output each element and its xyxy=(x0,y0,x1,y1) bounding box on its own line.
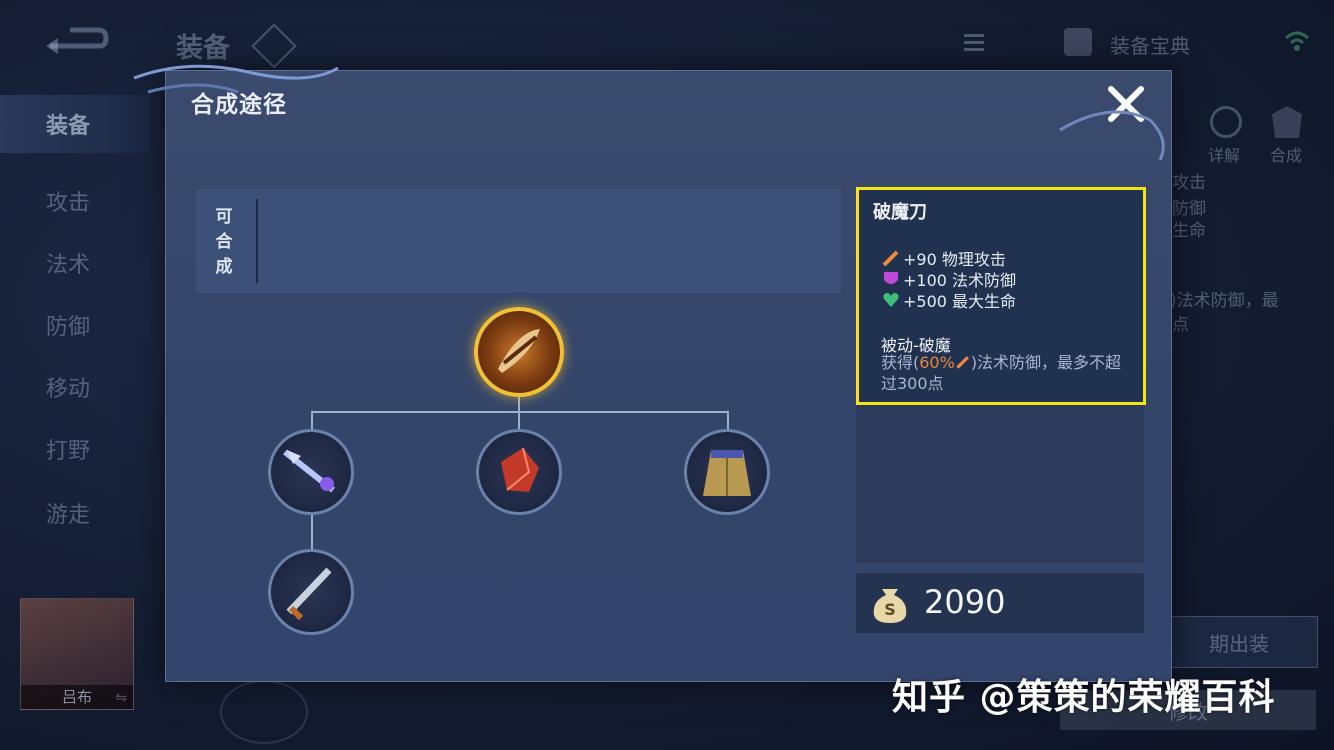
item-iron-sword[interactable] xyxy=(268,549,354,635)
tree-connector xyxy=(518,411,520,431)
bg-item-slot[interactable] xyxy=(220,680,308,744)
item-spear[interactable] xyxy=(268,429,354,515)
side-tab-movement[interactable]: 移动 xyxy=(0,358,150,416)
side-tab-jungle[interactable]: 打野 xyxy=(0,420,150,478)
play-icon[interactable] xyxy=(1210,106,1242,138)
codex-label[interactable]: 装备宝典 xyxy=(1110,30,1190,59)
sword-icon xyxy=(956,356,969,369)
cloud-ornament xyxy=(133,64,339,94)
stat-health-text: +500 最大生命 xyxy=(903,292,1017,311)
side-tab-roam[interactable]: 游走 xyxy=(0,484,150,542)
item-demon-breaker[interactable] xyxy=(474,307,564,397)
side-tab-defense[interactable]: 防御 xyxy=(0,296,150,354)
item-price: 2090 xyxy=(924,583,1006,621)
sword-icon xyxy=(882,250,899,267)
bg-desc-1: )法术防御，最 xyxy=(1170,291,1279,311)
stat-health: +500 最大生命 xyxy=(881,288,1016,312)
passive-prefix: 获得( xyxy=(881,353,920,372)
synthesis-modal: 合成途径 可合成 破魔刀 +90 物理攻击 +100 法术防御 +500 最大生… xyxy=(165,70,1172,682)
tree-connector xyxy=(311,411,729,413)
bg-desc-2: 点 xyxy=(1172,315,1189,335)
back-icon[interactable] xyxy=(40,24,110,58)
swap-icon[interactable]: ⇋ xyxy=(115,690,127,706)
heart-icon xyxy=(883,293,899,307)
tree-connector xyxy=(727,411,729,431)
tree-connector xyxy=(311,411,313,431)
hero-avatar[interactable]: 吕布 ⇋ xyxy=(20,598,134,710)
wifi-icon xyxy=(1282,26,1312,56)
money-bag-icon: S xyxy=(873,589,907,623)
detail-label[interactable]: 详解 xyxy=(1208,142,1240,166)
side-tab-magic[interactable]: 法术 xyxy=(0,234,150,292)
item-cloak[interactable] xyxy=(684,429,770,515)
passive-highlight: 60% xyxy=(919,353,955,372)
magic-shield-icon xyxy=(884,272,898,284)
item-name: 破魔刀 xyxy=(873,202,927,223)
codex-icon[interactable] xyxy=(1064,28,1092,56)
craftable-label: 可合成 xyxy=(215,207,233,277)
side-tab-attack[interactable]: 攻击 xyxy=(0,172,150,230)
craft-label[interactable]: 合成 xyxy=(1270,142,1302,166)
price-box: S 2090 xyxy=(856,573,1144,633)
item-stats-box: 破魔刀 +90 物理攻击 +100 法术防御 +500 最大生命 被动-破魔 获… xyxy=(856,187,1146,405)
svg-text:S: S xyxy=(884,600,896,619)
passive-description: 获得(60%)法术防御，最多不超过300点 xyxy=(881,352,1136,394)
bg-stat-1: 攻击 xyxy=(1172,173,1206,193)
loadout-button[interactable]: 期出装 xyxy=(1160,616,1318,668)
tree-connector xyxy=(311,513,313,553)
watermark: 知乎 @策策的荣耀百科 xyxy=(892,677,1276,718)
cloud-ornament xyxy=(1059,110,1165,161)
craftable-row: 可合成 xyxy=(196,189,841,293)
craftable-divider xyxy=(256,199,258,283)
bg-stat-3: 生命 xyxy=(1172,221,1206,241)
menu-icon[interactable] xyxy=(958,28,990,56)
item-red-crystal[interactable] xyxy=(476,429,562,515)
